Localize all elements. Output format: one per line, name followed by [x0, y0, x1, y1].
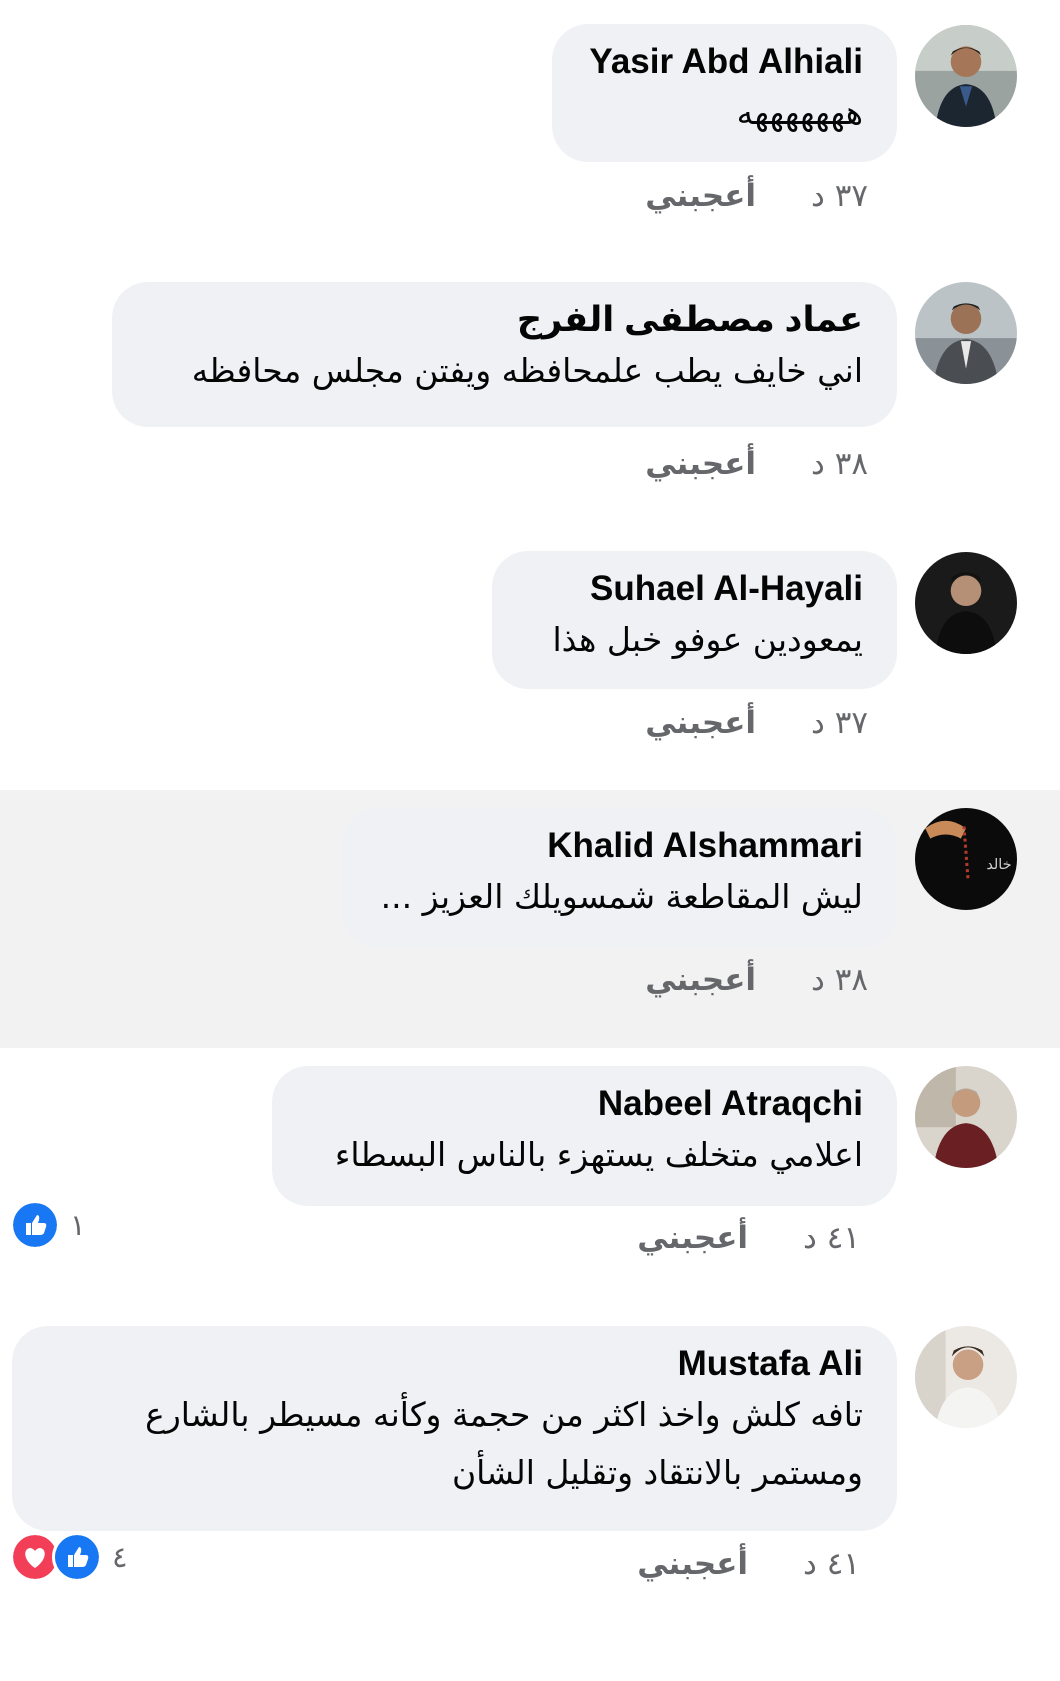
comment-meta: ٣٨ د أعجبني	[645, 962, 868, 998]
comment-text: هههههههه	[736, 93, 863, 132]
reactions-summary[interactable]: ٤	[10, 1532, 128, 1582]
like-button[interactable]: أعجبني	[645, 962, 756, 998]
comment-time[interactable]: ٤١ د	[803, 1546, 860, 1582]
comment-text: يمعودين عوفو خبل هذا	[552, 620, 863, 659]
like-button[interactable]: أعجبني	[645, 446, 756, 482]
like-button[interactable]: أعجبني	[637, 1546, 748, 1582]
comment-time[interactable]: ٤١ د	[803, 1220, 860, 1256]
comment-meta: ٣٨ د أعجبني	[645, 446, 868, 482]
comment-4: خالد Khalid Alshammari ليش المقاطعة شمسو…	[0, 790, 1060, 1048]
comment-time[interactable]: ٣٨ د	[811, 446, 868, 482]
comment-bubble[interactable]: Nabeel Atraqchi اعلامي متخلف يستهزء بالن…	[272, 1066, 897, 1206]
comment-1: Yasir Abd Alhiali هههههههه ٣٧ د أعجبني	[0, 0, 1060, 240]
comment-3: Suhael Al-Hayali يمعودين عوفو خبل هذا ٣٧…	[0, 530, 1060, 790]
comment-meta: ٤١ د أعجبني	[637, 1220, 860, 1256]
comment-2: عماد مصطفى الفرج اني خايف يطب علمحافظه و…	[0, 240, 1060, 530]
comment-meta: ٣٧ د أعجبني	[645, 178, 868, 214]
comment-bubble[interactable]: Yasir Abd Alhiali هههههههه	[552, 24, 897, 162]
comment-time[interactable]: ٣٨ د	[811, 962, 868, 998]
comment-bubble[interactable]: عماد مصطفى الفرج اني خايف يطب علمحافظه و…	[112, 282, 897, 427]
reaction-count: ١	[70, 1208, 86, 1242]
commenter-name[interactable]: Khalid Alshammari	[376, 824, 863, 868]
comment-5: Nabeel Atraqchi اعلامي متخلف يستهزء بالن…	[0, 1048, 1060, 1308]
commenter-name[interactable]: Suhael Al-Hayali	[526, 567, 863, 611]
commenter-name[interactable]: Nabeel Atraqchi	[306, 1082, 863, 1126]
avatar[interactable]	[915, 282, 1017, 384]
svg-text:خالد: خالد	[986, 857, 1011, 873]
commenter-name[interactable]: Mustafa Ali	[46, 1342, 863, 1386]
like-button[interactable]: أعجبني	[645, 178, 756, 214]
reaction-count: ٤	[112, 1540, 128, 1574]
comment-6: Mustafa Ali تافه كلش واخذ اكثر من حجمة و…	[0, 1308, 1060, 1681]
comment-text: اني خايف يطب علمحافظه ويفتن مجلس محافظه	[191, 351, 863, 390]
commenter-name[interactable]: عماد مصطفى الفرج	[146, 298, 863, 342]
avatar[interactable]	[915, 25, 1017, 127]
comment-text-line-2: ومستمر بالانتقاد وتقليل الشأن	[451, 1453, 863, 1492]
avatar[interactable]	[915, 1326, 1017, 1428]
like-button[interactable]: أعجبني	[645, 705, 756, 741]
comment-bubble[interactable]: Mustafa Ali تافه كلش واخذ اكثر من حجمة و…	[12, 1326, 897, 1531]
comment-text: اعلامي متخلف يستهزء بالناس البسطاء	[334, 1135, 863, 1174]
comment-time[interactable]: ٣٧ د	[811, 178, 868, 214]
like-button[interactable]: أعجبني	[637, 1220, 748, 1256]
comment-text: ليش المقاطعة شمسويلك العزيز ...	[380, 877, 863, 916]
avatar[interactable]	[915, 1066, 1017, 1168]
like-icon	[52, 1532, 102, 1582]
commenter-name[interactable]: Yasir Abd Alhiali	[586, 40, 863, 84]
comment-time[interactable]: ٣٧ د	[811, 705, 868, 741]
avatar[interactable]: خالد	[915, 808, 1017, 910]
like-icon	[10, 1200, 60, 1250]
comment-bubble[interactable]: Khalid Alshammari ليش المقاطعة شمسويلك ا…	[342, 808, 897, 948]
comment-meta: ٤١ د أعجبني	[637, 1546, 860, 1582]
avatar[interactable]	[915, 552, 1017, 654]
reactions-summary[interactable]: ١	[10, 1200, 86, 1250]
comment-bubble[interactable]: Suhael Al-Hayali يمعودين عوفو خبل هذا	[492, 551, 897, 689]
comment-text-line-1: تافه كلش واخذ اكثر من حجمة وكأنه مسيطر ب…	[145, 1395, 863, 1434]
comment-meta: ٣٧ د أعجبني	[645, 705, 868, 741]
